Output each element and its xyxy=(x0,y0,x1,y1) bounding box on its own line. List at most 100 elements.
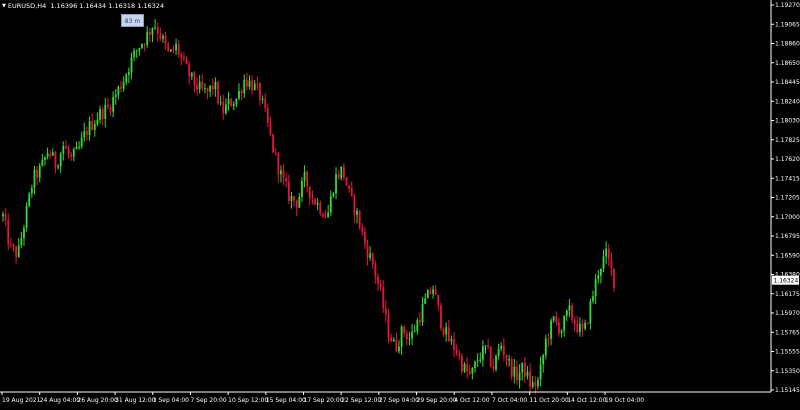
candle xyxy=(180,51,183,66)
candle xyxy=(91,113,94,131)
symbol-header: ▼ EURUSD,H4 1.16396 1.16434 1.16318 1.163… xyxy=(2,1,164,11)
time-tick-label: 27 Sep 04:00 xyxy=(379,397,419,404)
price-tick-label: 1.19065 xyxy=(775,21,800,28)
candle xyxy=(177,40,180,58)
candle xyxy=(539,356,542,387)
candle xyxy=(303,165,306,188)
candle xyxy=(579,317,581,337)
candle xyxy=(138,47,141,56)
candle xyxy=(432,285,434,299)
candle xyxy=(453,332,455,358)
price-tick-label: 1.16590 xyxy=(775,252,800,259)
candle xyxy=(154,18,156,31)
collapse-triangle-icon[interactable]: ▼ xyxy=(2,1,6,11)
candle xyxy=(20,231,23,249)
candle xyxy=(568,298,571,318)
candle xyxy=(172,45,175,54)
candle xyxy=(44,156,46,166)
candle xyxy=(196,76,198,96)
candle xyxy=(298,193,301,209)
time-tick-label: 17 Sep 20:00 xyxy=(304,397,344,404)
time-tick-label: 26 Aug 20:00 xyxy=(77,397,118,404)
candle xyxy=(285,172,288,188)
price-tick-label: 1.18650 xyxy=(775,60,800,67)
candle xyxy=(59,151,62,174)
candle xyxy=(30,184,33,198)
candle xyxy=(547,332,550,347)
candle xyxy=(109,104,112,117)
candle xyxy=(188,60,191,85)
candle xyxy=(282,164,285,185)
time-tick-label: 24 Aug 04:00 xyxy=(40,397,81,404)
candle xyxy=(167,41,170,53)
candle xyxy=(49,150,52,160)
candle xyxy=(353,193,356,223)
candle xyxy=(471,366,474,380)
candles-layer xyxy=(2,18,615,395)
candle xyxy=(225,98,227,115)
candle xyxy=(169,49,172,53)
candle xyxy=(222,94,225,120)
price-chart[interactable]: 1.19270 1.19065 1.18860 1.18650 1.18445 1.182… xyxy=(0,0,800,406)
candle xyxy=(343,163,345,182)
candle xyxy=(495,353,497,372)
candle xyxy=(345,176,348,186)
candle xyxy=(306,169,309,193)
candle xyxy=(455,344,458,356)
candle xyxy=(369,246,372,261)
candle xyxy=(12,243,15,252)
candle xyxy=(335,167,337,199)
current-price-label: 1.16324 xyxy=(772,275,799,285)
time-axis[interactable]: 19 Aug 2021 24 Aug 04:0026 Aug 20:0031 Au… xyxy=(1,392,644,404)
candle xyxy=(534,376,537,395)
candle xyxy=(295,199,298,217)
candle xyxy=(112,91,115,118)
time-tick-label: 31 Aug 12:00 xyxy=(115,397,156,404)
candle xyxy=(78,141,80,151)
candle xyxy=(419,311,421,327)
candle xyxy=(287,174,290,205)
candle xyxy=(259,81,261,106)
candle xyxy=(484,345,487,354)
candle xyxy=(558,317,560,337)
candle xyxy=(405,329,408,346)
candle xyxy=(146,26,149,48)
candle xyxy=(356,207,358,224)
candle xyxy=(581,319,584,337)
candle xyxy=(308,186,311,206)
candle xyxy=(395,332,398,353)
candle xyxy=(232,101,235,111)
candle xyxy=(348,184,351,193)
candle xyxy=(531,376,534,389)
candle xyxy=(497,343,500,360)
candle xyxy=(114,88,117,105)
candle xyxy=(552,315,555,323)
candle xyxy=(96,112,99,127)
candle xyxy=(429,286,432,295)
candle xyxy=(605,241,608,264)
candle xyxy=(500,342,503,352)
candle xyxy=(251,75,254,95)
chart-canvas[interactable]: 1.19270 1.19065 1.18860 1.18650 1.18445 1.182… xyxy=(0,0,800,406)
candle xyxy=(461,353,463,375)
candle xyxy=(28,192,31,208)
candle xyxy=(164,31,167,50)
candle xyxy=(610,252,613,277)
candle xyxy=(185,56,188,65)
candle xyxy=(366,239,369,266)
candle xyxy=(481,340,484,367)
candle xyxy=(217,80,219,105)
candle xyxy=(384,300,387,323)
current-price-text: 1.16324 xyxy=(774,277,799,284)
candle xyxy=(193,71,196,93)
candle xyxy=(86,126,88,141)
candle xyxy=(408,332,411,345)
candle xyxy=(25,202,28,232)
candle xyxy=(17,238,20,258)
price-tick-label: 1.15555 xyxy=(775,349,800,356)
candle xyxy=(573,316,576,332)
time-tick-label: 3 Sep 04:00 xyxy=(153,397,189,404)
price-axis[interactable]: 1.19270 1.19065 1.18860 1.18650 1.18445 1.182… xyxy=(771,2,800,394)
candle xyxy=(261,95,264,104)
candle xyxy=(361,223,364,236)
